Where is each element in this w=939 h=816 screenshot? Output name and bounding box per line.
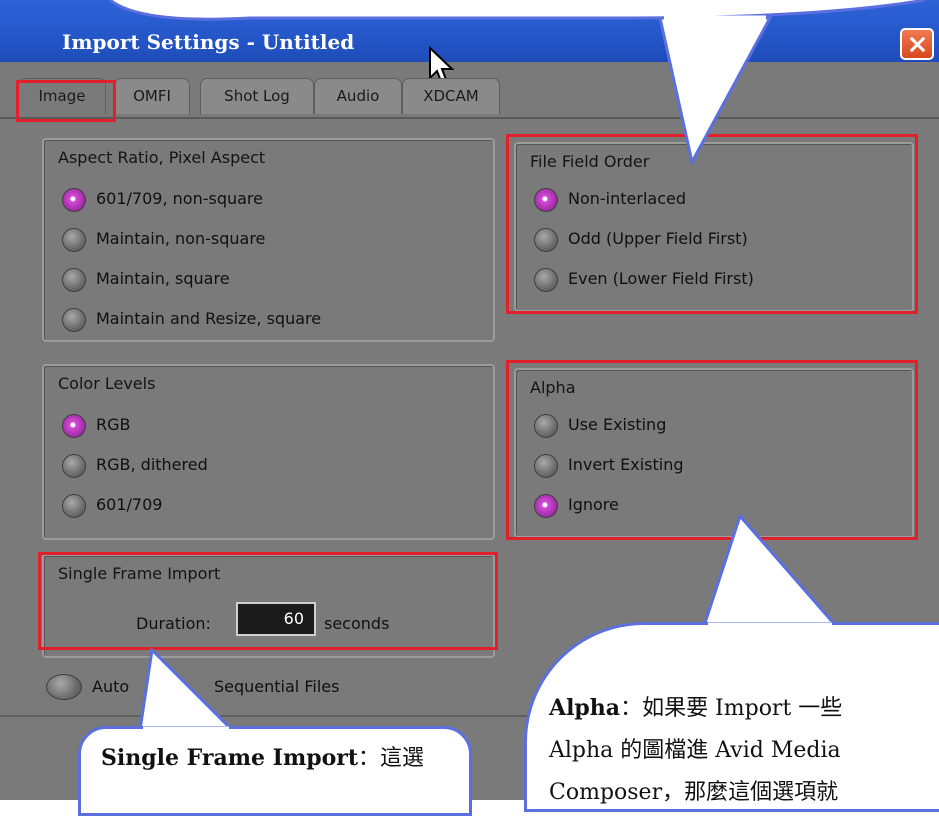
import-settings-window: Import Settings - Untitled Image OMFI Sh… (0, 0, 939, 816)
callout-alpha-cover (708, 622, 832, 628)
